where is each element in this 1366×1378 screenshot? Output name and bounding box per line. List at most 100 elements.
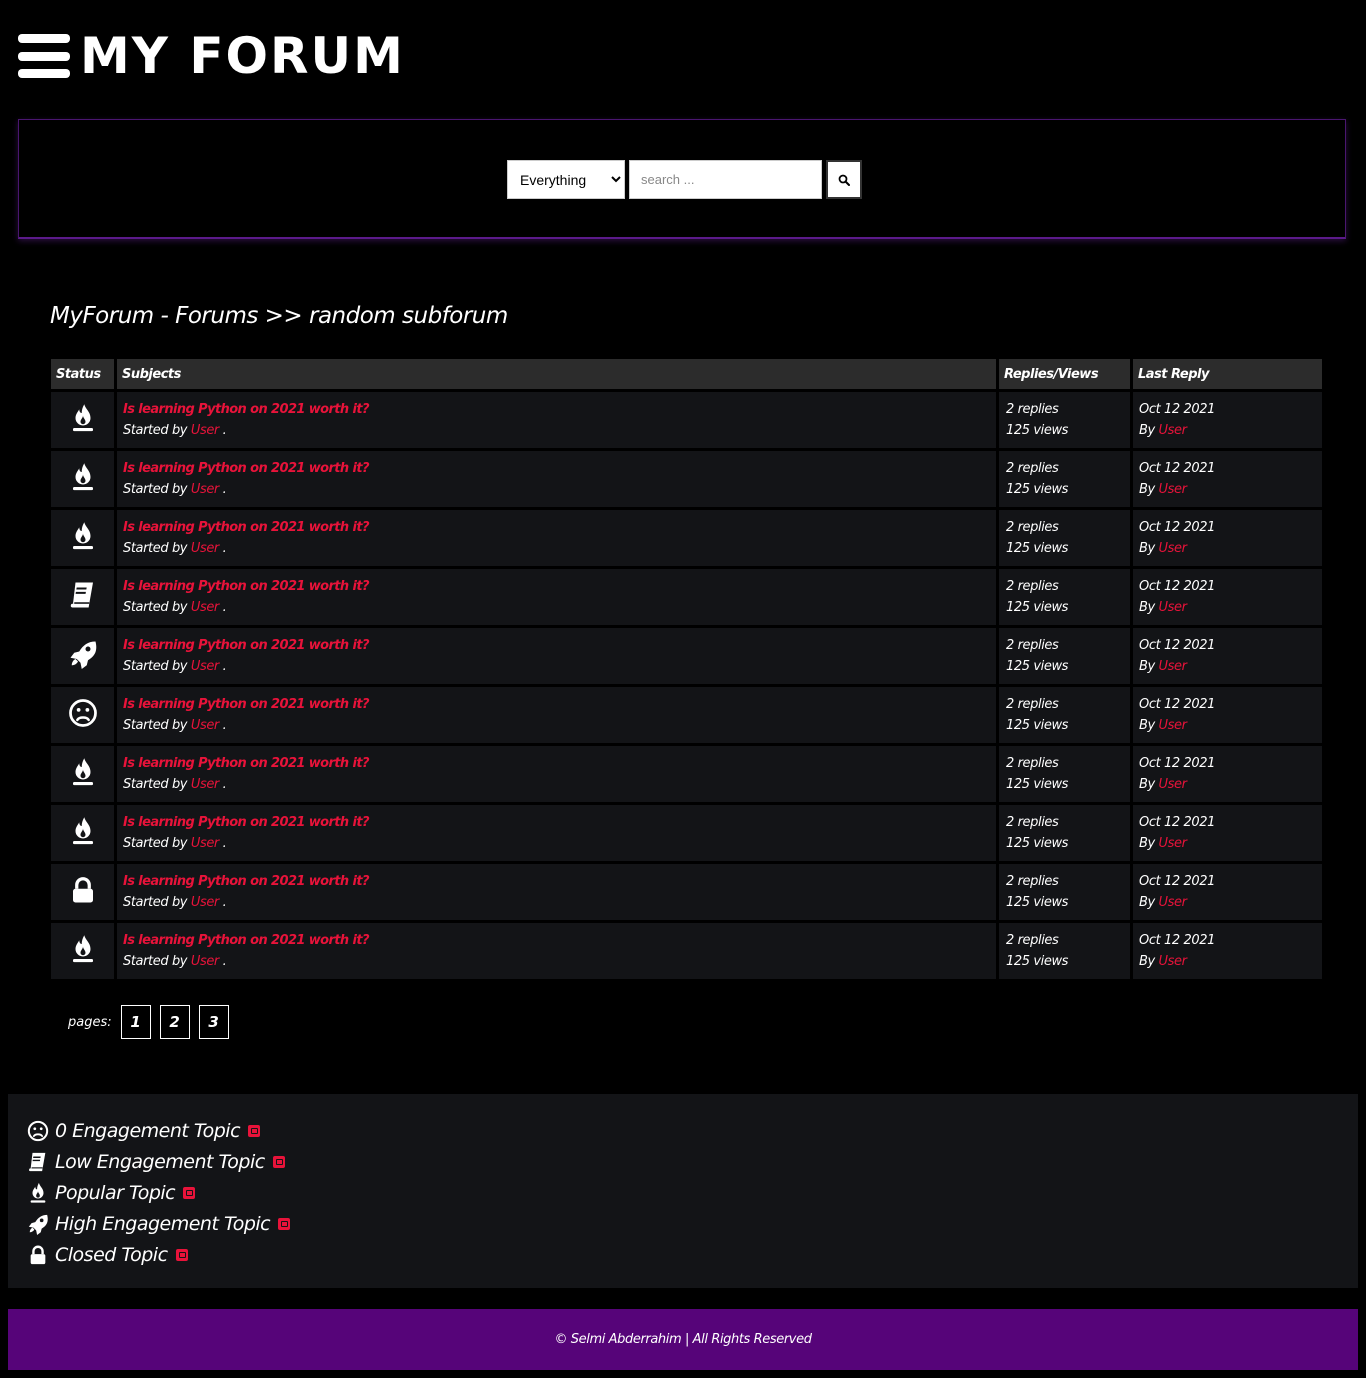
stats-cell: 2 replies 125 views <box>999 805 1130 861</box>
replies-count: 2 replies <box>1006 638 1059 653</box>
views-count: 125 views <box>1006 954 1069 969</box>
legend-label: Closed Topic <box>55 1244 168 1266</box>
fire-icon <box>68 403 98 433</box>
external-link-icon[interactable] <box>248 1125 261 1137</box>
author-link[interactable]: User <box>191 777 219 792</box>
subject-cell: Is learning Python on 2021 worth it? Star… <box>117 628 996 684</box>
replies-count: 2 replies <box>1006 579 1059 594</box>
topic-title-link[interactable]: Is learning Python on 2021 worth it? <box>123 815 370 830</box>
author-link[interactable]: User <box>191 836 219 851</box>
search-input[interactable] <box>629 160 822 199</box>
external-link-icon[interactable] <box>183 1187 196 1199</box>
lock-icon <box>27 1244 49 1266</box>
external-link-icon[interactable] <box>278 1218 291 1230</box>
last-reply-user-link[interactable]: User <box>1159 541 1187 556</box>
last-reply-user-link[interactable]: User <box>1159 482 1187 497</box>
fire-icon <box>68 757 98 787</box>
legend-item: Low Engagement Topic <box>27 1151 285 1173</box>
table-row: Is learning Python on 2021 worth it? Star… <box>51 746 1322 802</box>
last-reply-user-link[interactable]: User <box>1159 895 1187 910</box>
topic-title-link[interactable]: Is learning Python on 2021 worth it? <box>123 579 370 594</box>
started-by-label: Started by <box>123 423 188 438</box>
search-button[interactable] <box>826 160 862 199</box>
topic-title-link[interactable]: Is learning Python on 2021 worth it? <box>123 461 370 476</box>
last-reply-date: Oct 12 2021 <box>1139 638 1215 653</box>
table-row: Is learning Python on 2021 worth it? Star… <box>51 864 1322 920</box>
subject-cell: Is learning Python on 2021 worth it? Star… <box>117 510 996 566</box>
legend-item: Closed Topic <box>27 1244 188 1266</box>
topic-title-link[interactable]: Is learning Python on 2021 worth it? <box>123 520 370 535</box>
site-logo[interactable]: MY FORUM <box>80 31 405 81</box>
views-count: 125 views <box>1006 659 1069 674</box>
author-dot: . <box>222 600 227 615</box>
search-icon <box>838 174 850 186</box>
author-link[interactable]: User <box>191 541 219 556</box>
page-button-3[interactable]: 3 <box>198 1005 229 1039</box>
by-label: By <box>1139 659 1155 674</box>
author-link[interactable]: User <box>191 423 219 438</box>
breadcrumb: MyForum - Forums >> random subforum <box>50 303 508 329</box>
table-row: Is learning Python on 2021 worth it? Star… <box>51 569 1322 625</box>
author-link[interactable]: User <box>191 954 219 969</box>
author-link[interactable]: User <box>191 659 219 674</box>
menu-icon[interactable] <box>18 34 70 78</box>
sad-face-icon <box>27 1120 49 1142</box>
author-link[interactable]: User <box>191 718 219 733</box>
topic-title-link[interactable]: Is learning Python on 2021 worth it? <box>123 874 370 889</box>
legend-label: Popular Topic <box>55 1182 176 1204</box>
status-cell <box>51 923 114 979</box>
last-reply-cell: Oct 12 2021 By User <box>1133 510 1322 566</box>
last-reply-user-link[interactable]: User <box>1159 423 1187 438</box>
last-reply-user-link[interactable]: User <box>1159 600 1187 615</box>
rocket-icon <box>27 1213 49 1235</box>
author-link[interactable]: User <box>191 482 219 497</box>
last-reply-user-link[interactable]: User <box>1159 718 1187 733</box>
author-dot: . <box>222 777 227 792</box>
copyright-text: © Selmi Abderrahim | All Rights Reserved <box>554 1332 812 1347</box>
page-button-2[interactable]: 2 <box>159 1005 190 1039</box>
by-label: By <box>1139 718 1155 733</box>
fire-icon <box>68 934 98 964</box>
views-count: 125 views <box>1006 777 1069 792</box>
author-dot: . <box>222 482 227 497</box>
last-reply-user-link[interactable]: User <box>1159 954 1187 969</box>
site-header: MY FORUM <box>18 28 405 84</box>
topic-title-link[interactable]: Is learning Python on 2021 worth it? <box>123 638 370 653</box>
stats-cell: 2 replies 125 views <box>999 687 1130 743</box>
author-dot: . <box>222 718 227 733</box>
subject-cell: Is learning Python on 2021 worth it? Star… <box>117 392 996 448</box>
external-link-icon[interactable] <box>272 1156 285 1168</box>
legend-icon-wrapper <box>27 1213 49 1235</box>
subject-cell: Is learning Python on 2021 worth it? Star… <box>117 451 996 507</box>
legend-icon-wrapper <box>27 1120 49 1142</box>
legend-label: High Engagement Topic <box>55 1213 271 1235</box>
search-scope-select[interactable]: Everything <box>507 160 625 199</box>
topic-title-link[interactable]: Is learning Python on 2021 worth it? <box>123 402 370 417</box>
last-reply-user-link[interactable]: User <box>1159 836 1187 851</box>
pagination-label: pages: <box>68 1014 112 1030</box>
views-count: 125 views <box>1006 482 1069 497</box>
topic-title-link[interactable]: Is learning Python on 2021 worth it? <box>123 697 370 712</box>
sad-face-icon <box>68 698 98 728</box>
by-label: By <box>1139 954 1155 969</box>
last-reply-cell: Oct 12 2021 By User <box>1133 451 1322 507</box>
stats-cell: 2 replies 125 views <box>999 569 1130 625</box>
legend-icon-wrapper <box>27 1151 49 1173</box>
replies-count: 2 replies <box>1006 461 1059 476</box>
external-link-icon[interactable] <box>175 1249 188 1261</box>
page-button-1[interactable]: 1 <box>120 1005 151 1039</box>
legend-icon-wrapper <box>27 1182 49 1204</box>
author-link[interactable]: User <box>191 895 219 910</box>
last-reply-date: Oct 12 2021 <box>1139 402 1215 417</box>
topic-title-link[interactable]: Is learning Python on 2021 worth it? <box>123 756 370 771</box>
topic-title-link[interactable]: Is learning Python on 2021 worth it? <box>123 933 370 948</box>
author-dot: . <box>222 954 227 969</box>
last-reply-user-link[interactable]: User <box>1159 777 1187 792</box>
views-count: 125 views <box>1006 423 1069 438</box>
status-cell <box>51 746 114 802</box>
author-link[interactable]: User <box>191 600 219 615</box>
last-reply-cell: Oct 12 2021 By User <box>1133 805 1322 861</box>
last-reply-user-link[interactable]: User <box>1159 659 1187 674</box>
by-label: By <box>1139 423 1155 438</box>
legend-item: High Engagement Topic <box>27 1213 291 1235</box>
